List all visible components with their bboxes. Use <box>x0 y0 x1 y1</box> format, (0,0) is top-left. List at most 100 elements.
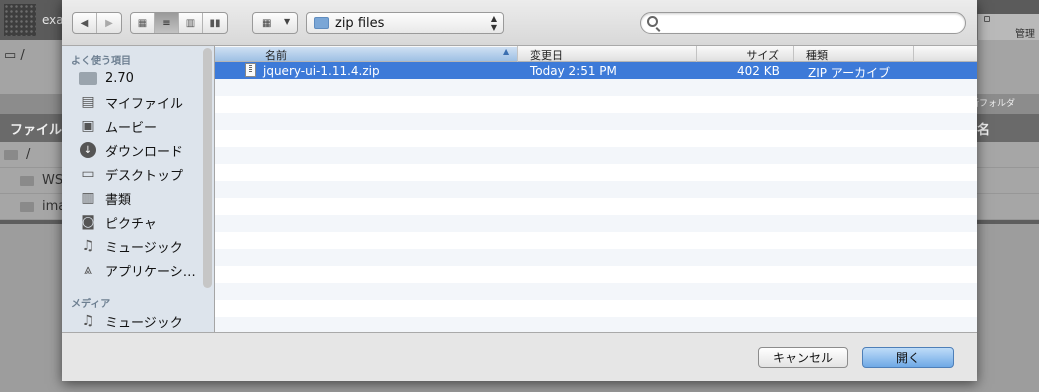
empty-row <box>215 96 977 113</box>
column-name[interactable]: 名前 ▲ <box>215 47 517 62</box>
coverflow-icon: ▮▮ <box>209 17 221 29</box>
folder-icon <box>20 202 34 212</box>
folder-icon <box>20 176 34 186</box>
back-button[interactable]: ◀ <box>73 13 97 33</box>
column-separator <box>913 46 914 62</box>
column-kind[interactable]: 種類 <box>794 47 914 62</box>
header-file: ファイル <box>10 123 63 138</box>
sidebar-item-label: ダウンロード <box>105 144 184 160</box>
sidebar-item-applications[interactable]: ⩓ アプリケーシ… <box>78 259 208 281</box>
file-size: 402 KB <box>737 64 780 78</box>
file-open-dialog: ◀ ▶ ▦ ≡ ▥ ▮▮ ▦ ▼ zip files ▲ ▼ よく使う項目 2.7… <box>62 0 977 381</box>
sidebar-item-label: アプリケーシ… <box>105 264 196 280</box>
coverflow-view-button[interactable]: ▮▮ <box>203 13 227 33</box>
cancel-button[interactable]: キャンセル <box>758 347 848 368</box>
sidebar-item-music[interactable]: ♫ ミュージック <box>78 235 208 257</box>
empty-row <box>215 232 977 249</box>
downloads-icon: ↓ <box>78 142 98 158</box>
empty-row <box>215 181 977 198</box>
search-box[interactable] <box>640 12 966 34</box>
file-rows: jquery-ui-1.11.4.zip Today 2:51 PM 402 K… <box>215 62 977 332</box>
empty-row <box>215 266 977 283</box>
sidebar-item-label: 2.70 <box>105 70 134 86</box>
header-name: 名 <box>977 123 991 138</box>
history-nav: ◀ ▶ <box>72 12 122 34</box>
sidebar-item-desktop[interactable]: ▭ デスクトップ <box>78 163 208 185</box>
sidebar-item-label: 書類 <box>105 192 132 208</box>
sidebar-item-label: ムービー <box>105 120 158 136</box>
location-popup[interactable]: zip files ▲ ▼ <box>306 12 504 34</box>
location-label: zip files <box>335 16 385 31</box>
column-date[interactable]: 変更日 <box>518 47 696 62</box>
up-down-chevron-icon: ▲ ▼ <box>490 14 497 32</box>
admin-label: 管理 <box>1015 29 1035 40</box>
forward-button[interactable]: ▶ <box>97 13 121 33</box>
all-files-icon: ▤ <box>81 94 95 110</box>
file-name: jquery-ui-1.11.4.zip <box>263 64 380 78</box>
site-logo <box>4 4 36 36</box>
applications-icon: ⩓ <box>84 262 92 278</box>
empty-row <box>215 147 977 164</box>
sidebar-item-label: ピクチャ <box>105 216 157 232</box>
empty-row <box>215 130 977 147</box>
sidebar-item-all-files[interactable]: ▤ マイファイル <box>78 91 208 113</box>
sidebar-item-pictures[interactable]: ◙ ピクチャ <box>78 211 208 233</box>
documents-icon: ▥ <box>81 190 95 206</box>
sidebar-item-label: マイファイル <box>105 96 184 112</box>
sidebar-section-media: メディア <box>71 299 111 310</box>
file-list: 名前 ▲ 変更日 サイズ 種類 jquery-ui-1.11.4.zip Tod… <box>215 46 977 332</box>
arrange-icon: ▦ <box>262 18 272 29</box>
empty-row <box>215 283 977 300</box>
column-size[interactable]: サイズ <box>697 47 793 62</box>
desktop-icon: ▭ <box>81 166 95 182</box>
view-mode-switch: ▦ ≡ ▥ ▮▮ <box>130 12 228 34</box>
music-icon: ♫ <box>81 238 95 254</box>
sidebar: よく使う項目 2.70 ▤ マイファイル ▣ ムービー ↓ ダウンロード ▭ デ… <box>62 46 215 332</box>
empty-row <box>215 317 977 332</box>
folder-icon <box>4 150 18 160</box>
column-view-button[interactable]: ▥ <box>179 13 203 33</box>
search-input[interactable] <box>665 15 955 31</box>
list-view-button[interactable]: ≡ <box>155 13 179 33</box>
folder-icon <box>314 17 329 29</box>
sort-ascending-icon: ▲ <box>503 47 510 56</box>
empty-row <box>215 198 977 215</box>
empty-row <box>215 79 977 96</box>
empty-row <box>215 249 977 266</box>
back-arrow-icon: ◀ <box>80 17 89 29</box>
column-header: 名前 ▲ 変更日 サイズ 種類 <box>215 46 977 62</box>
sidebar-item-label: デスクトップ <box>105 168 184 184</box>
empty-row <box>215 300 977 317</box>
sidebar-item-documents[interactable]: ▥ 書類 <box>78 187 208 209</box>
sidebar-item-movies[interactable]: ▣ ムービー <box>78 115 208 137</box>
empty-row <box>215 215 977 232</box>
camera-icon: ◙ <box>81 214 95 230</box>
open-button[interactable]: 開く <box>862 347 954 368</box>
sidebar-section-favorites: よく使う項目 <box>71 56 131 67</box>
sidebar-item-2-70[interactable]: 2.70 <box>78 67 208 89</box>
sidebar-item-downloads[interactable]: ↓ ダウンロード <box>78 139 208 161</box>
search-icon <box>647 16 658 27</box>
background-path: ▭ / <box>4 48 25 63</box>
forward-arrow-icon: ▶ <box>105 17 113 29</box>
empty-row <box>215 113 977 130</box>
list-icon: ≡ <box>162 17 171 29</box>
folder-icon <box>78 70 98 86</box>
file-row[interactable]: jquery-ui-1.11.4.zip Today 2:51 PM 402 K… <box>215 62 977 80</box>
sidebar-scrollbar[interactable] <box>203 48 212 288</box>
site-title: exa <box>42 13 64 27</box>
sidebar-item-label: ミュージック <box>105 315 183 331</box>
movies-icon: ▣ <box>81 118 95 134</box>
music-icon: ♫ <box>81 313 95 329</box>
dialog-toolbar: ◀ ▶ ▦ ≡ ▥ ▮▮ ▦ ▼ zip files ▲ ▼ <box>62 0 977 46</box>
sidebar-item-media-music[interactable]: ♫ ミュージック <box>78 310 208 332</box>
admin-button[interactable]: 管理 <box>977 14 1039 40</box>
sidebar-item-label: ミュージック <box>105 240 183 256</box>
grid-icon: ▦ <box>137 17 148 29</box>
columns-icon: ▥ <box>185 17 196 29</box>
zip-file-icon <box>245 63 256 77</box>
icon-view-button[interactable]: ▦ <box>131 13 155 33</box>
dialog-button-bar: キャンセル 開く <box>62 332 977 381</box>
arrange-popup[interactable]: ▦ ▼ <box>252 12 298 34</box>
file-date: Today 2:51 PM <box>530 64 617 78</box>
